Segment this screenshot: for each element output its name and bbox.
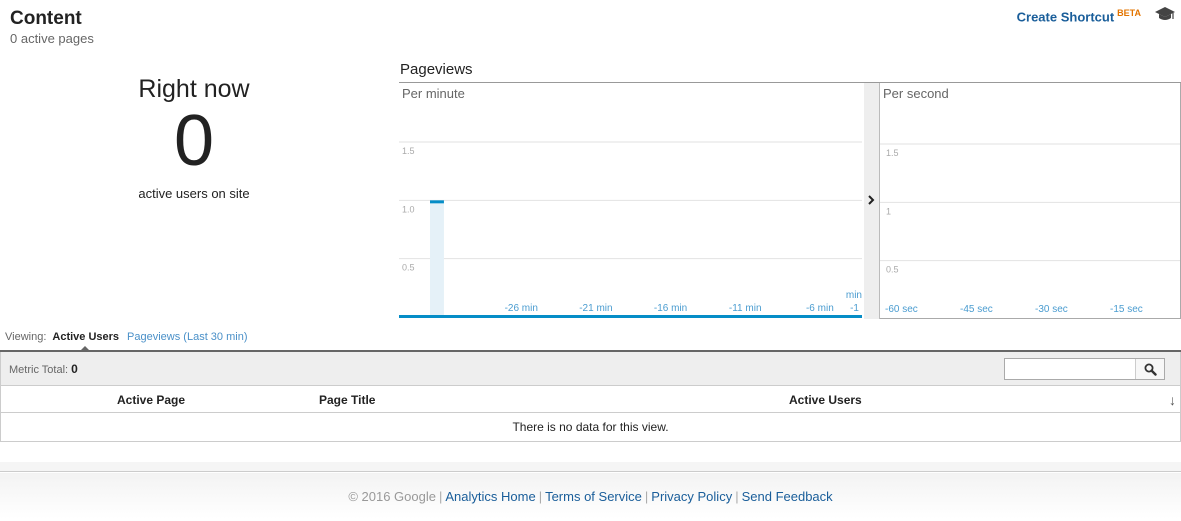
table-search	[1004, 358, 1165, 380]
privacy-policy-link[interactable]: Privacy Policy	[651, 489, 732, 504]
right-now-label: Right now	[138, 75, 250, 103]
tab-active-users[interactable]: Active Users	[52, 331, 119, 343]
graduation-cap-icon[interactable]	[1155, 5, 1175, 23]
separator: |	[438, 489, 443, 504]
column-active-page[interactable]: Active Page	[117, 393, 185, 407]
active-users-label: active users on site	[138, 186, 250, 201]
per-minute-title: Per minute	[402, 86, 465, 101]
create-shortcut-label: Create Shortcut	[1016, 9, 1115, 25]
y-tick-label: 1.5	[886, 148, 899, 158]
x-tick-label: -11 min	[729, 303, 762, 314]
x-tick-label: -21 min	[579, 303, 612, 314]
active-users-value: 0	[173, 101, 215, 181]
create-shortcut-link[interactable]: Create Shortcut BETA	[1017, 8, 1141, 24]
metric-total-value: 0	[71, 362, 78, 376]
x-tick-label: -15 sec	[1110, 304, 1143, 315]
y-tick-label: 1	[886, 206, 891, 216]
x-tick-label: -6 min	[806, 303, 834, 314]
pageviews-charts: Per minute 0.5 1.0 1.5 -26 min -21 min -16 min…	[399, 83, 1181, 319]
x-tick-label: -60 sec	[885, 304, 918, 315]
empty-row: There is no data for this view.	[0, 413, 1181, 442]
separator: |	[538, 489, 543, 504]
tab-pageviews-last-30-min[interactable]: Pageviews (Last 30 min)	[127, 331, 247, 343]
metric-total-label: Metric Total:	[9, 364, 69, 376]
y-tick-label: 0.5	[402, 263, 415, 273]
send-feedback-link[interactable]: Send Feedback	[742, 489, 833, 504]
separator: |	[735, 489, 739, 504]
active-pages-count: 0 active pages	[10, 31, 94, 46]
metric-bar: Metric Total: 0	[0, 352, 1181, 386]
search-input[interactable]	[1005, 359, 1133, 379]
data-table: Metric Total: 0 Active Page Page Title A…	[0, 350, 1181, 442]
right-now-panel: Right now 0 active users on site	[94, 75, 294, 201]
terms-of-service-link[interactable]: Terms of Service	[545, 489, 642, 504]
x-tick-label: -26 min	[505, 303, 538, 314]
y-tick-label: 0.5	[886, 265, 899, 275]
sort-descending-icon[interactable]: ↓	[1169, 392, 1176, 408]
beta-badge: BETA	[1117, 8, 1141, 18]
x-unit-label: min	[846, 290, 862, 301]
search-button[interactable]	[1135, 359, 1164, 379]
x-tick-label: -45 sec	[960, 304, 993, 315]
metric-total: Metric Total: 0	[9, 362, 78, 376]
y-tick-label: 1.0	[402, 204, 415, 214]
bar-cap	[430, 200, 444, 204]
x-tick-label: -16 min	[654, 303, 687, 314]
footer: © 2016 Google | Analytics Home | Terms of Se…	[0, 473, 1181, 519]
table-header: Active Page Page Title Active Users ↓	[0, 386, 1181, 413]
per-second-title: Per second	[883, 86, 949, 101]
analytics-home-link[interactable]: Analytics Home	[445, 489, 535, 504]
copyright: © 2016 Google	[348, 489, 436, 504]
x-tick-label: -30 sec	[1035, 304, 1068, 315]
x-tick-label: -1	[850, 303, 859, 314]
column-active-users[interactable]: Active Users	[789, 393, 862, 407]
page-title: Content	[10, 8, 82, 29]
separator: |	[644, 489, 649, 504]
viewing-tabs: Viewing: Active Users Pageviews (Last 30 m…	[5, 331, 248, 343]
search-icon	[1144, 363, 1157, 376]
viewing-label: Viewing:	[5, 331, 47, 343]
y-tick-label: 1.5	[402, 146, 415, 156]
footer-divider	[0, 462, 1181, 472]
pageviews-title: Pageviews	[400, 61, 473, 78]
bar	[430, 200, 444, 317]
column-page-title[interactable]: Page Title	[319, 393, 375, 407]
